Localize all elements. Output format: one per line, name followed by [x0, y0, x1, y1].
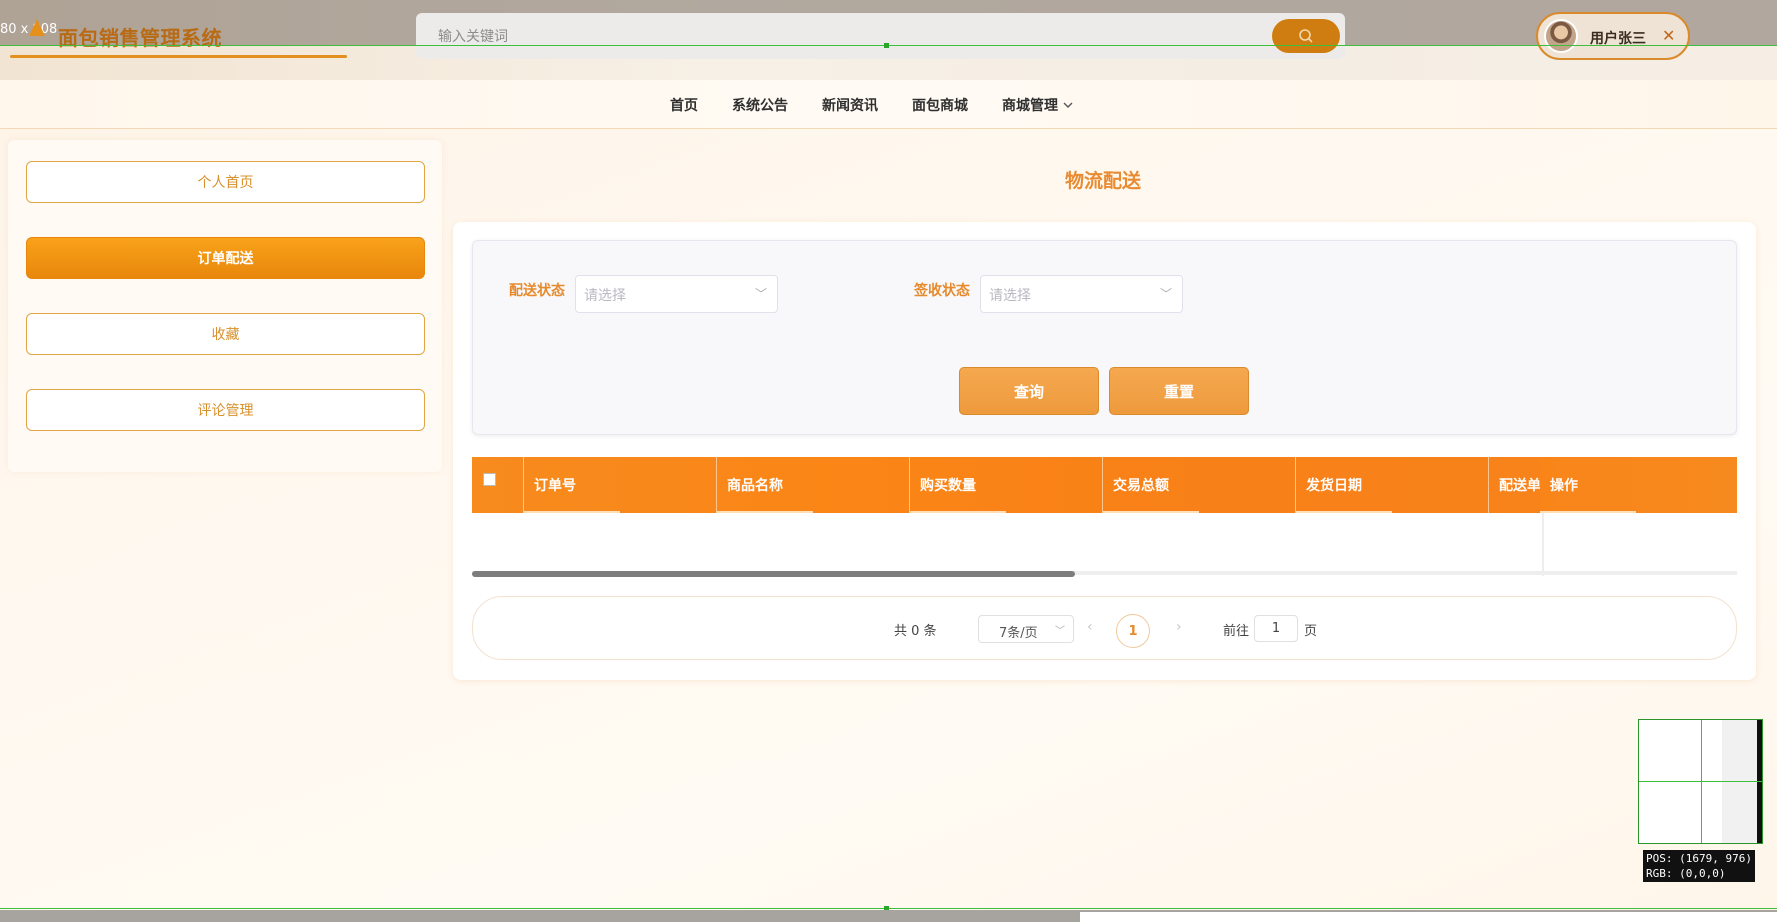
column-header-label: 操作	[1550, 478, 1578, 494]
chevron-down-icon	[1063, 102, 1073, 108]
query-button[interactable]: 查询	[959, 367, 1099, 415]
nav-item-shop-management-label: 商城管理	[1002, 97, 1058, 114]
logo-icon	[29, 19, 45, 36]
table-header: 订单号 商品名称 购买数量 交易总额 发货日期 配送单号 操作	[472, 457, 1737, 513]
sign-status-label: 签收状态	[914, 283, 970, 299]
sidebar: 个人首页 订单配送 收藏 评论管理	[8, 140, 442, 472]
page-size-select[interactable]: 7条/页 ﹀	[978, 615, 1074, 643]
logout-icon[interactable]: ✕	[1662, 26, 1675, 45]
pixel-readout: POS: (1679, 976) RGB: (0,0,0)	[1643, 850, 1755, 882]
nav-item-shop-management[interactable]: 商城管理	[1002, 95, 1074, 115]
reset-button[interactable]: 重置	[1109, 367, 1249, 415]
prev-page-icon[interactable]: ‹	[1087, 619, 1093, 635]
select-all-checkbox[interactable]	[483, 473, 496, 486]
crosshair-horizontal	[1639, 781, 1762, 782]
page-number-current[interactable]: 1	[1116, 614, 1150, 648]
column-header-product-name[interactable]: 商品名称	[717, 457, 910, 513]
next-page-icon[interactable]: ›	[1176, 619, 1182, 635]
sidebar-item-profile[interactable]: 个人首页	[26, 161, 425, 203]
nav-item-news[interactable]: 新闻资讯	[822, 95, 878, 115]
page-suffix-label: 页	[1304, 624, 1318, 639]
select-all-cell	[472, 457, 524, 513]
position-readout: POS: (1679, 976)	[1646, 852, 1752, 865]
nav-item-announcements[interactable]: 系统公告	[732, 95, 788, 115]
table-horizontal-scrollbar[interactable]	[472, 571, 1075, 577]
sidebar-item-favorites[interactable]: 收藏	[26, 313, 425, 355]
nav-item-bread-shop[interactable]: 面包商城	[912, 95, 968, 115]
search-icon	[1299, 29, 1313, 43]
column-header-total-amount[interactable]: 交易总额	[1103, 457, 1296, 513]
delivery-status-placeholder: 请选择	[584, 288, 626, 304]
pagination: 共 0 条 7条/页 ﹀ ‹ 1 › 前往 页	[472, 596, 1737, 660]
search-bar	[416, 13, 1345, 59]
bottom-bar	[1080, 912, 1777, 922]
top-header: 80 x 808 面包销售管理系统 用户张三 ✕	[0, 0, 1777, 80]
column-header-label: 交易总额	[1113, 478, 1169, 494]
site-logo-title: 面包销售管理系统	[58, 26, 222, 50]
pagination-total: 共 0 条	[894, 624, 937, 639]
nav-item-home[interactable]: 首页	[670, 95, 698, 115]
sidebar-item-comment-management[interactable]: 评论管理	[26, 389, 425, 431]
column-header-label: 商品名称	[727, 478, 783, 494]
magnifier-preview	[1638, 719, 1763, 844]
filter-panel: 配送状态 请选择 ﹀ 签收状态 请选择 ﹀ 查询 重置	[472, 240, 1737, 435]
column-header-label: 发货日期	[1306, 478, 1362, 494]
column-header-actions: 操作	[1540, 457, 1737, 513]
delivery-status-label: 配送状态	[509, 283, 565, 299]
logo-underline	[10, 55, 347, 58]
search-button[interactable]	[1272, 19, 1340, 53]
main-card: 配送状态 请选择 ﹀ 签收状态 请选择 ﹀ 查询 重置 订单号 商品名称 购买数…	[453, 222, 1756, 680]
sign-status-select[interactable]: 请选择 ﹀	[980, 275, 1183, 313]
column-header-order-no[interactable]: 订单号	[524, 457, 717, 513]
page-title: 物流配送	[1065, 170, 1142, 192]
rgb-readout: RGB: (0,0,0)	[1646, 867, 1726, 880]
page-size-value: 7条/页	[999, 626, 1038, 641]
column-header-label: 购买数量	[920, 478, 976, 494]
column-header-quantity[interactable]: 购买数量	[910, 457, 1103, 513]
goto-page-input[interactable]	[1254, 615, 1298, 642]
avatar	[1544, 19, 1578, 53]
chevron-down-icon: ﹀	[1159, 287, 1172, 301]
chevron-down-icon: ﹀	[754, 287, 767, 301]
delivery-status-select[interactable]: 请选择 ﹀	[575, 275, 778, 313]
sign-status-placeholder: 请选择	[989, 288, 1031, 304]
fixed-column-divider	[1542, 513, 1544, 576]
user-menu[interactable]: 用户张三 ✕	[1536, 12, 1690, 60]
sidebar-item-order-delivery[interactable]: 订单配送	[26, 237, 425, 279]
goto-label: 前往	[1223, 624, 1250, 639]
nav-items: 首页 系统公告 新闻资讯 面包商城 商城管理	[670, 80, 1074, 129]
guide-handle-top	[884, 43, 889, 48]
column-header-label: 订单号	[534, 478, 576, 494]
chevron-down-icon: ﹀	[1055, 626, 1065, 637]
column-header-ship-date[interactable]: 发货日期	[1296, 457, 1489, 513]
